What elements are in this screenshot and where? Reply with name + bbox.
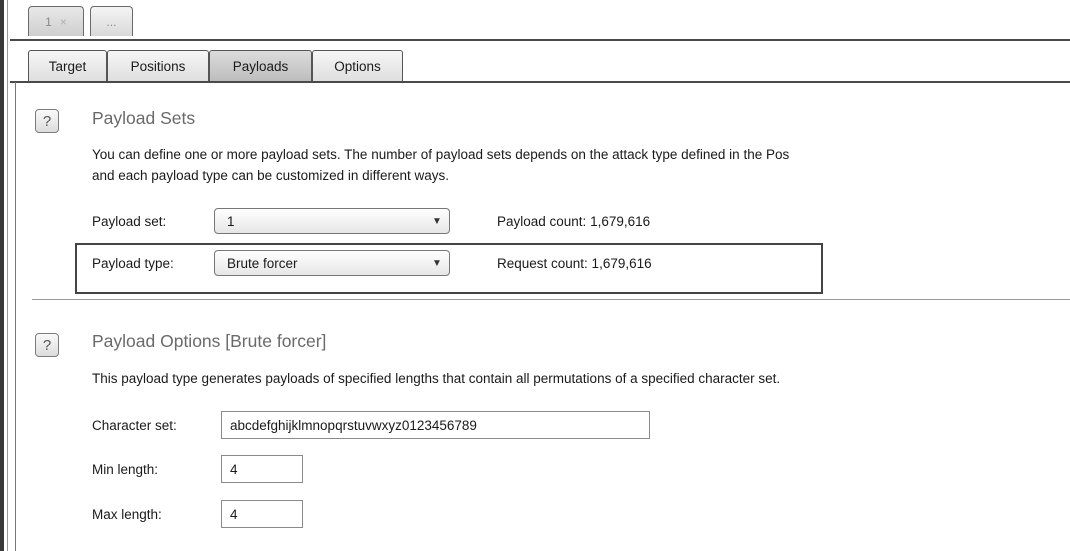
tab-new-label: ... [106, 14, 117, 29]
max-length-input[interactable]: 4 [221, 500, 303, 528]
payload-set-label: Payload set: [92, 214, 167, 229]
request-count: Request count: 1,679,616 [497, 256, 652, 271]
min-length-input[interactable]: 4 [221, 455, 303, 483]
close-icon[interactable]: × [60, 15, 67, 29]
payload-type-label: Payload type: [92, 256, 174, 271]
payload-count: Payload count: 1,679,616 [497, 214, 651, 229]
min-length-label: Min length: [92, 462, 159, 477]
tab-target[interactable]: Target [28, 50, 107, 82]
tab-payloads[interactable]: Payloads [209, 50, 312, 82]
payload-sets-description-line1: You can define one or more payload sets.… [92, 147, 790, 162]
section-title-payload-sets: Payload Sets [92, 108, 196, 128]
top-tab-bar: 1 × ... [10, 0, 1070, 40]
max-length-label: Max length: [92, 507, 162, 522]
chevron-down-icon: ▼ [432, 257, 442, 269]
chevron-down-icon: ▼ [432, 215, 442, 227]
payload-type-value: Brute forcer [227, 255, 298, 271]
help-icon[interactable]: ? [35, 333, 59, 357]
payload-type-dropdown[interactable]: Brute forcer ▼ [214, 250, 450, 276]
payload-sets-description-line2: and each payload type can be customized … [92, 168, 449, 183]
payload-set-dropdown[interactable]: 1 ▼ [214, 208, 450, 234]
tab-positions[interactable]: Positions [107, 50, 209, 82]
tab-options[interactable]: Options [312, 50, 403, 82]
character-set-label: Character set: [92, 418, 177, 433]
tab-attack-1-label: 1 [45, 14, 52, 29]
payload-options-description: This payload type generates payloads of … [92, 371, 781, 386]
tab-new[interactable]: ... [90, 6, 133, 36]
content-left-border [15, 82, 16, 551]
sub-tab-underline [10, 81, 1070, 83]
window-left-border-inner [7, 0, 8, 551]
payload-set-value: 1 [227, 213, 235, 229]
section-title-payload-options: Payload Options [Brute forcer] [92, 331, 327, 351]
window-left-border [0, 0, 4, 551]
top-tab-underline [10, 39, 1070, 41]
tab-attack-1[interactable]: 1 × [28, 6, 84, 36]
character-set-input[interactable]: abcdefghijklmnopqrstuvwxyz0123456789 [221, 411, 650, 439]
section-divider [32, 299, 1070, 300]
help-icon[interactable]: ? [35, 109, 59, 133]
